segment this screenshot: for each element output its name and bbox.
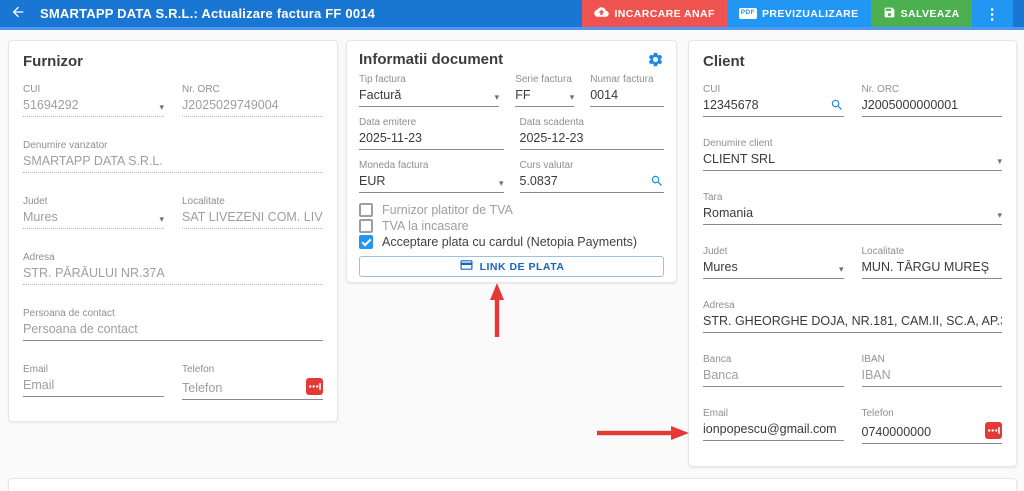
- dropdown-caret-icon: ▾: [997, 211, 1002, 220]
- back-button[interactable]: [0, 0, 36, 27]
- moneda-factura-select[interactable]: Moneda factura EUR▾: [359, 160, 504, 193]
- checkbox-tva-la-incasare: TVA la incasare: [359, 218, 664, 234]
- credit-card-icon: [459, 259, 474, 274]
- furnizor-persoana-contact-input[interactable]: Persoana de contact Persoana de contact: [23, 308, 323, 341]
- more-menu-button[interactable]: ⋮: [972, 0, 1013, 27]
- dropdown-caret-icon: ▾: [159, 103, 164, 112]
- previzualizare-button[interactable]: PDF PREVIZUALIZARE: [727, 0, 871, 27]
- annotation-arrow-up: [487, 283, 507, 337]
- header-accent-strip: [0, 27, 1024, 30]
- link-de-plata-button[interactable]: LINK DE PLATA: [359, 256, 664, 277]
- furnizor-denumire-field: Denumire vanzator SMARTAPP DATA S.R.L.: [23, 140, 323, 173]
- furnizor-telefon-input[interactable]: Telefon Telefon: [182, 364, 323, 400]
- app-header: SMARTAPP DATA S.R.L.: Actualizare factur…: [0, 0, 1024, 27]
- link-de-plata-label: LINK DE PLATA: [480, 261, 565, 273]
- tip-factura-select[interactable]: Tip factura Factură▾: [359, 74, 499, 107]
- sms-icon[interactable]: [985, 422, 1002, 439]
- dropdown-caret-icon: ▾: [570, 93, 575, 102]
- furnizor-cui-field: CUI 51694292▾: [23, 84, 164, 117]
- client-card: Client CUI 12345678 Nr. ORC J20050000000…: [688, 40, 1017, 467]
- client-denumire-select[interactable]: Denumire client CLIENT SRL▾: [703, 138, 1002, 171]
- incarcare-anaf-label: INCARCARE ANAF: [614, 8, 714, 20]
- cloud-upload-icon: [594, 6, 609, 21]
- furnizor-adresa-field: Adresa STR. PĂRĂULUI NR.37A: [23, 252, 323, 285]
- checkbox-checked-icon: [359, 235, 373, 249]
- items-card-partial: [8, 478, 1017, 491]
- checkbox-icon: [359, 203, 373, 217]
- dropdown-caret-icon: ▾: [499, 179, 504, 188]
- furnizor-judet-field: Judet Mures▾: [23, 196, 164, 229]
- client-iban-input[interactable]: IBAN IBAN: [862, 354, 1003, 387]
- client-nr-orc-input[interactable]: Nr. ORC J2005000000001: [862, 84, 1003, 117]
- dropdown-caret-icon: ▾: [997, 157, 1002, 166]
- search-icon[interactable]: [650, 174, 664, 188]
- client-title: Client: [703, 53, 1002, 70]
- search-icon[interactable]: [830, 98, 844, 112]
- dropdown-caret-icon: ▾: [839, 265, 844, 274]
- incarcare-anaf-button[interactable]: INCARCARE ANAF: [582, 0, 726, 27]
- furnizor-card: Furnizor CUI 51694292▾ Nr. ORC J20250297…: [8, 40, 338, 422]
- document-title: Informatii document: [359, 51, 503, 68]
- client-telefon-input[interactable]: Telefon 0740000000: [862, 408, 1003, 444]
- kebab-icon: ⋮: [985, 5, 1000, 23]
- checkbox-icon: [359, 219, 373, 233]
- header-actions: INCARCARE ANAF PDF PREVIZUALIZARE SALVEA…: [582, 0, 1024, 27]
- furnizor-localitate-field: Localitate SAT LIVEZENI COM. LIVEZENI: [182, 196, 323, 229]
- client-email-input[interactable]: Email ionpopescu@gmail.com: [703, 408, 844, 444]
- salveaza-label: SALVEAZA: [901, 8, 960, 20]
- numar-factura-input[interactable]: Numar factura 0014: [590, 74, 664, 107]
- settings-gear-icon[interactable]: [647, 51, 664, 68]
- data-emitere-input[interactable]: Data emitere 2025-11-23: [359, 117, 504, 150]
- client-localitate-input[interactable]: Localitate MUN. TÂRGU MUREŞ: [862, 246, 1003, 279]
- sms-icon[interactable]: [306, 378, 323, 395]
- annotation-arrow-right: [597, 424, 689, 442]
- client-tara-select[interactable]: Tara Romania▾: [703, 192, 1002, 225]
- data-scadenta-input[interactable]: Data scadenta 2025-12-23: [520, 117, 665, 150]
- previzualizare-label: PREVIZUALIZARE: [762, 8, 859, 20]
- client-judet-select[interactable]: Judet Mures▾: [703, 246, 844, 279]
- checkbox-furnizor-platitor-tva: Furnizor platitor de TVA: [359, 202, 664, 218]
- furnizor-title: Furnizor: [23, 53, 323, 70]
- salveaza-button[interactable]: SALVEAZA: [871, 0, 972, 27]
- client-cui-input[interactable]: CUI 12345678: [703, 84, 844, 117]
- checkbox-acceptare-plata-card[interactable]: Acceptare plata cu cardul (Netopia Payme…: [359, 234, 664, 250]
- furnizor-nr-orc-field: Nr. ORC J2025029749004: [182, 84, 323, 117]
- furnizor-email-input[interactable]: Email Email: [23, 364, 164, 400]
- curs-valutar-input[interactable]: Curs valutar 5.0837: [520, 160, 665, 193]
- serie-factura-select[interactable]: Serie factura FF▾: [515, 74, 574, 107]
- dropdown-caret-icon: ▾: [495, 93, 500, 102]
- document-card: Informatii document Tip factura Factură▾…: [346, 40, 677, 283]
- pdf-icon: PDF: [739, 8, 757, 19]
- client-adresa-input[interactable]: Adresa STR. GHEORGHE DOJA, NR.181, CAM.I…: [703, 300, 1002, 333]
- client-banca-input[interactable]: Banca Banca: [703, 354, 844, 387]
- save-icon: [883, 6, 896, 22]
- page-title: SMARTAPP DATA S.R.L.: Actualizare factur…: [40, 6, 375, 21]
- arrow-back-icon: [10, 4, 26, 23]
- dropdown-caret-icon: ▾: [159, 215, 164, 224]
